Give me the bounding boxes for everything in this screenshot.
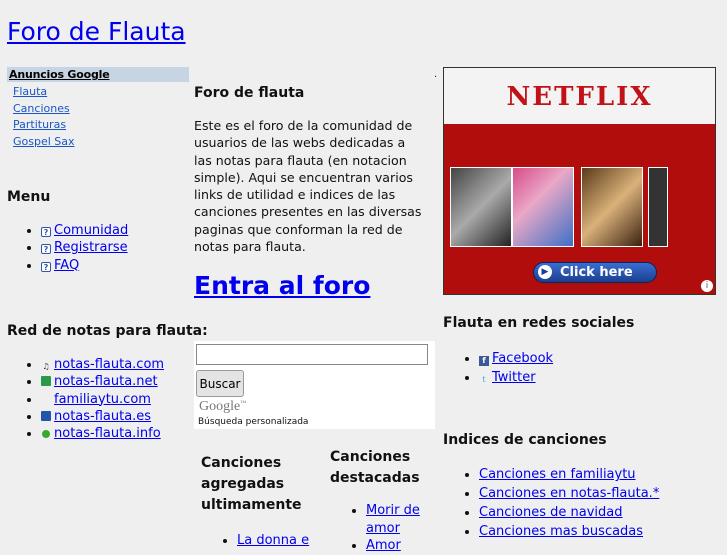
network-link-notas-flauta-es[interactable]: notas-flauta.es — [54, 409, 151, 424]
featured-songs-section: Canciones destacadas Morir de amor Amor — [330, 447, 440, 555]
list-item: Morir de amor — [366, 502, 440, 537]
social-title: Flauta en redes sociales — [443, 315, 635, 331]
adchoices-icon[interactable]: i — [701, 280, 713, 292]
netflix-logo: NETFLIX — [506, 82, 653, 112]
social-item: t Twitter — [479, 368, 553, 387]
ad-link-flauta[interactable]: Flauta — [13, 85, 47, 98]
list-item: Canciones de navidad — [479, 503, 659, 522]
indices-section: Canciones en familiaytu Canciones en not… — [443, 465, 659, 541]
network-title: Red de notas para flauta: — [7, 323, 208, 339]
enter-forum-link[interactable]: Entra al foro — [194, 270, 370, 302]
network-list: ♫ notas-flauta.com notas-flauta.net famil… — [7, 356, 164, 442]
list-item: Amor — [366, 537, 440, 555]
network-item: notas-flauta.es — [41, 408, 164, 425]
index-link-notas-flauta[interactable]: Canciones en notas-flauta.* — [479, 486, 659, 501]
menu-item-registrarse[interactable]: ? Registrarse — [41, 240, 128, 255]
site-title[interactable]: Foro de Flauta — [7, 16, 186, 48]
index-link-navidad[interactable]: Canciones de navidad — [479, 505, 623, 520]
ad-link-gospel-sax[interactable]: Gospel Sax — [13, 135, 75, 148]
ad-link-item: Canciones — [13, 101, 189, 118]
notas-es-icon — [41, 410, 51, 421]
network-item: ♫ notas-flauta.com — [41, 356, 164, 373]
click-here-button[interactable]: ▶ Click here — [533, 262, 657, 283]
network-link-notas-flauta-info[interactable]: notas-flauta.info — [54, 426, 161, 441]
custom-search-box: Buscar Google™ Búsqueda personalizada — [194, 341, 435, 429]
network-link-familiaytu[interactable]: familiaytu.com — [54, 392, 151, 407]
intro-title: Foro de flauta — [194, 85, 305, 101]
ads-header-link[interactable]: Anuncios Google — [9, 68, 110, 81]
list-item: Canciones en notas-flauta.* — [479, 484, 659, 503]
menu-list: ?Comunidad ?Registrarse ?FAQ — [7, 222, 128, 274]
intro-text: Este es el foro de la comunidad de usuar… — [194, 118, 422, 255]
menu-item-faq[interactable]: ? FAQ — [41, 258, 79, 273]
network-item: notas-flauta.net — [41, 373, 164, 390]
network-link-notas-flauta-com[interactable]: notas-flauta.com — [54, 357, 164, 372]
movie-poster — [648, 167, 668, 247]
twitter-link[interactable]: Twitter — [492, 370, 536, 385]
added-song-link[interactable]: La donna e — [237, 533, 309, 548]
menu-item-comunidad[interactable]: ? Comunidad — [41, 223, 128, 238]
added-songs-title: Canciones agregadas ultimamente — [201, 455, 302, 513]
added-songs-section: Canciones agregadas ultimamente La donna… — [201, 453, 311, 550]
menu-item: ?Comunidad — [41, 222, 128, 239]
google-logo: Google™ — [199, 399, 247, 414]
network-item: notas-flauta.info — [41, 425, 164, 442]
facebook-link[interactable]: Facebook — [492, 351, 553, 366]
featured-songs-title: Canciones destacadas — [330, 449, 420, 486]
question-icon: ? — [41, 244, 51, 255]
network-item: familiaytu.com — [41, 391, 164, 408]
notas-net-icon — [41, 376, 51, 387]
google-ads-box: Anuncios Google Flauta Canciones Partitu… — [7, 67, 189, 150]
familia-icon — [41, 394, 51, 404]
question-icon: ? — [41, 227, 51, 237]
movie-poster — [450, 167, 512, 247]
social-item: fFacebook — [479, 349, 553, 368]
social-section: fFacebook t Twitter — [443, 349, 553, 387]
menu-title: Menu — [7, 189, 51, 205]
twitter-icon: t — [482, 375, 486, 384]
menu-item: ?Registrarse — [41, 239, 128, 256]
play-arrow-icon: ▶ — [538, 265, 552, 279]
list-item: Canciones mas buscadas — [479, 522, 659, 541]
featured-song-link[interactable]: Morir de amor — [366, 503, 420, 536]
index-link-familiaytu[interactable]: Canciones en familiaytu — [479, 467, 636, 482]
indices-title: Indices de canciones — [443, 432, 607, 448]
ad-link-item: Flauta — [13, 84, 189, 101]
ad-link-canciones[interactable]: Canciones — [13, 102, 70, 115]
index-link-mas-buscadas[interactable]: Canciones mas buscadas — [479, 524, 643, 539]
music-note-icon: ♫ — [42, 362, 50, 371]
netflix-ad-banner[interactable]: NETFLIX ▶ Click here i — [443, 67, 716, 295]
list-item: Canciones en familiaytu — [479, 465, 659, 484]
ad-link-item: Gospel Sax — [13, 134, 189, 151]
ad-link-partituras[interactable]: Partituras — [13, 118, 66, 131]
featured-song-link[interactable]: Amor — [366, 538, 401, 553]
list-item: La donna e — [237, 532, 311, 550]
network-link-notas-flauta-net[interactable]: notas-flauta.net — [54, 374, 158, 389]
notas-info-icon — [42, 430, 50, 439]
search-button[interactable]: Buscar — [196, 370, 244, 397]
menu-item: ?FAQ — [41, 257, 128, 274]
movie-poster — [581, 167, 643, 247]
ad-link-item: Partituras — [13, 117, 189, 134]
search-caption: Búsqueda personalizada — [198, 417, 309, 427]
facebook-icon: f — [479, 356, 489, 366]
search-input[interactable] — [196, 344, 428, 365]
ads-header: Anuncios Google — [7, 67, 189, 82]
question-icon: ? — [41, 261, 51, 272]
dot-mark: . — [434, 69, 438, 80]
movie-poster — [512, 167, 574, 247]
